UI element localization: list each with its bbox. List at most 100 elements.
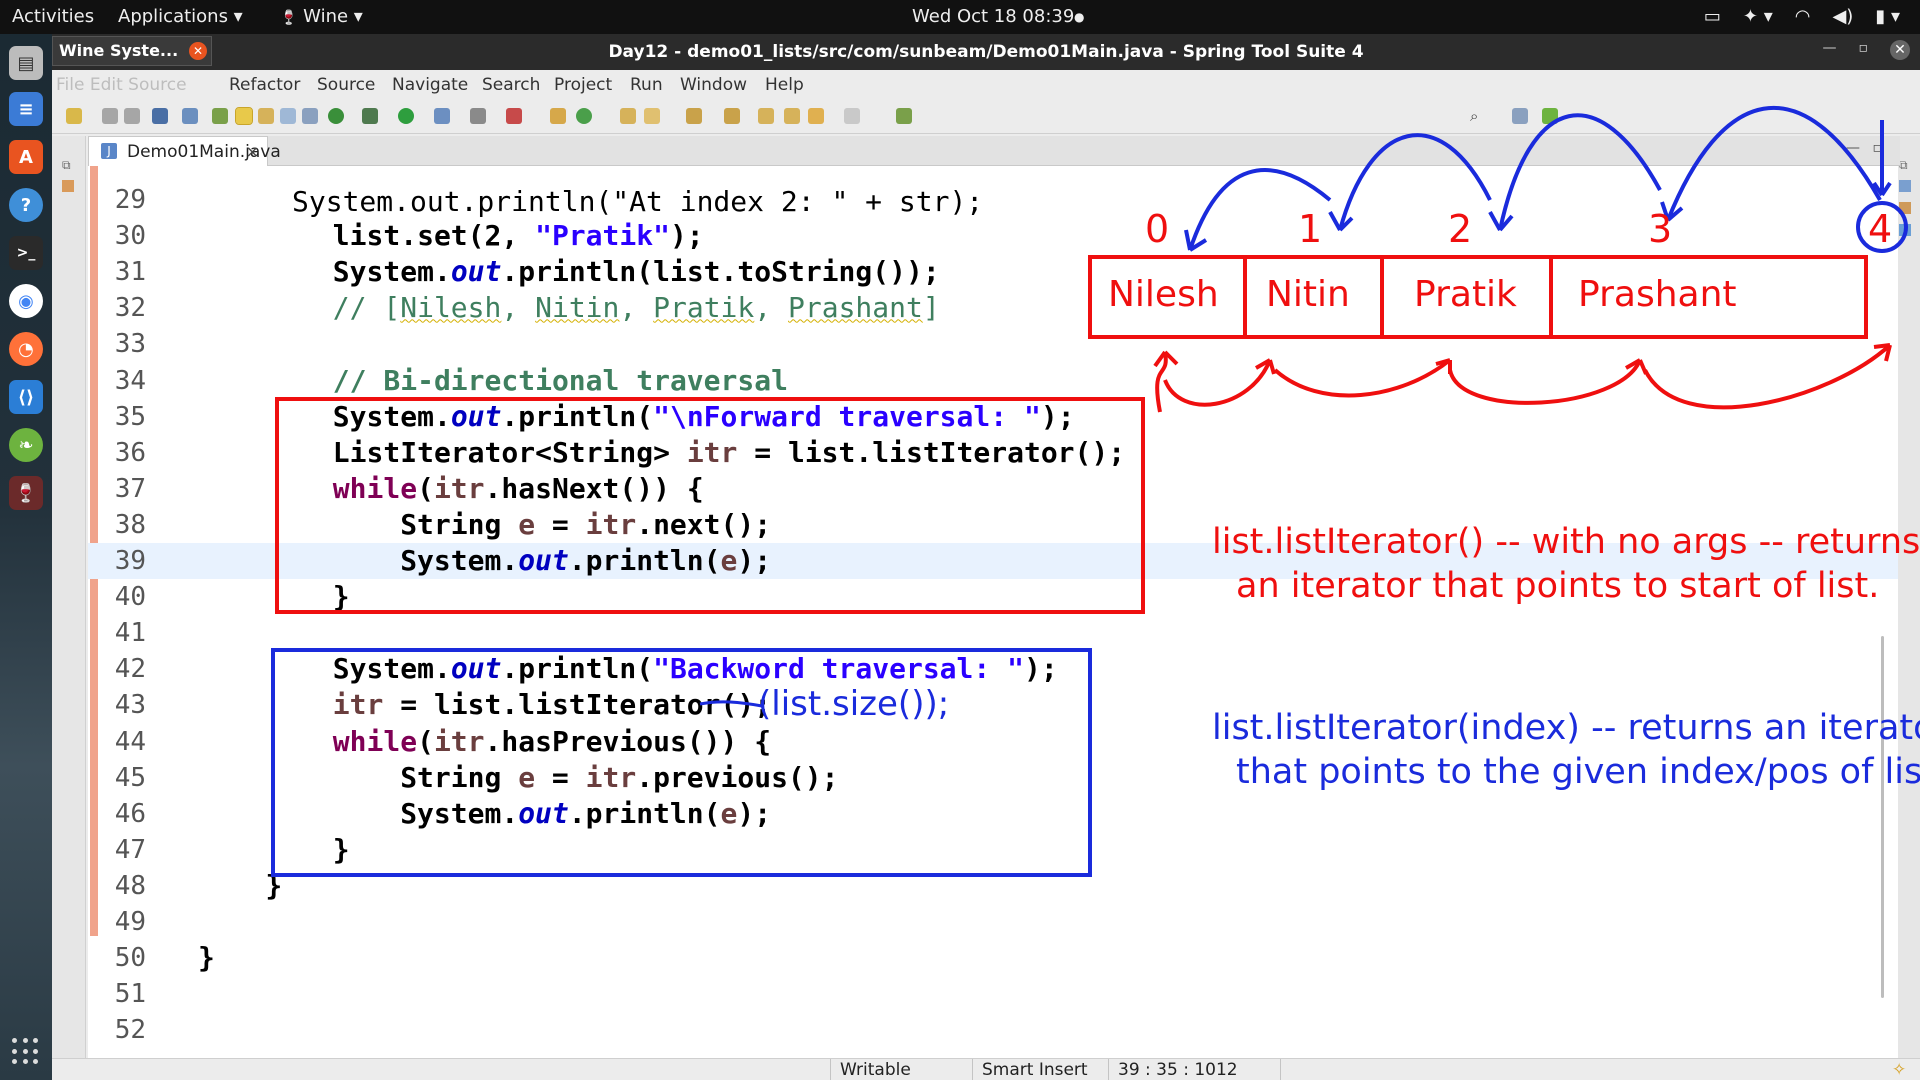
terminal-toolbar-icon[interactable] [152, 108, 168, 124]
accessibility-icon[interactable]: ✦ ▾ [1743, 6, 1773, 27]
code-line[interactable]: 52 [88, 1012, 1898, 1048]
next-annotation-icon[interactable] [686, 108, 702, 124]
run-icon[interactable] [398, 108, 414, 124]
code-editor[interactable]: System.out.println("At index 2: " + str)… [88, 166, 1898, 1058]
battery-icon[interactable]: ▮ ▾ [1875, 6, 1900, 27]
files-icon[interactable]: ▤ [9, 46, 43, 80]
code-line[interactable]: 45 String e = itr.previous(); [88, 760, 1898, 796]
minimize-editor-icon[interactable]: — [1846, 140, 1860, 156]
maximize-button[interactable]: ▫ [1859, 40, 1869, 60]
show-applications-button[interactable] [12, 1038, 40, 1066]
tip-lightbulb-icon[interactable]: ✧ [1892, 1060, 1906, 1080]
code-line[interactable]: 30 list.set(2, "Pratik"); [88, 218, 1898, 254]
code-line[interactable]: 49 [88, 904, 1898, 940]
system-tray[interactable]: ▭ ✦ ▾ ◠ ◀) ▮ ▾ [1704, 6, 1900, 27]
code-line[interactable]: 46 System.out.println(e); [88, 796, 1898, 832]
code-line[interactable]: 50} [88, 940, 1898, 976]
menu-search[interactable]: Search [482, 75, 540, 95]
code-line[interactable]: 36 ListIterator<String> itr = list.listIt… [88, 435, 1898, 471]
open-task-icon[interactable] [644, 108, 660, 124]
insert-mode-status[interactable]: Smart Insert [982, 1060, 1088, 1080]
search-icon[interactable]: ⌕ [1470, 108, 1486, 124]
new-class-icon[interactable] [576, 108, 592, 124]
menu-navigate[interactable]: Navigate [392, 75, 468, 95]
javadoc-view-icon[interactable] [1899, 224, 1911, 236]
highlight-icon[interactable] [235, 107, 253, 125]
show-whitespace-icon[interactable] [302, 108, 318, 124]
code-line[interactable]: 32 // [Nilesh, Nitin, Pratik, Prashant] [88, 290, 1898, 326]
window-titlebar[interactable]: Day12 - demo01_lists/src/com/sunbeam/Dem… [52, 34, 1920, 70]
open-type-icon[interactable] [620, 108, 636, 124]
chrome-icon[interactable]: ◉ [9, 284, 43, 318]
display-icon[interactable]: ▭ [1704, 6, 1721, 27]
volume-icon[interactable]: ◀) [1832, 6, 1853, 27]
back-icon[interactable] [808, 108, 824, 124]
code-line[interactable]: 35 System.out.println("\nForward traversa… [88, 399, 1898, 435]
wine-menu[interactable]: 🍷 Wine ▾ [280, 6, 363, 27]
coverage-icon[interactable] [434, 108, 450, 124]
software-store-icon[interactable]: A [9, 140, 43, 174]
menu-hidden-items[interactable]: File Edit Source [56, 75, 187, 95]
code-line[interactable]: 51 [88, 976, 1898, 1012]
cursor-position-status[interactable]: 39 : 35 : 1012 [1118, 1060, 1238, 1080]
menu-help[interactable]: Help [765, 75, 804, 95]
search-toolbar-icon[interactable] [182, 108, 198, 124]
editor-tab-demo01main[interactable]: J Demo01Main.java × [88, 136, 281, 166]
menu-window[interactable]: Window [680, 75, 747, 95]
menu-project[interactable]: Project [554, 75, 612, 95]
external-tools-icon[interactable] [506, 108, 522, 124]
code-line[interactable]: 44 while(itr.hasPrevious()) { [88, 724, 1898, 760]
help-icon[interactable]: ? [9, 188, 43, 222]
menu-source[interactable]: Source [317, 75, 375, 95]
menu-run[interactable]: Run [630, 75, 663, 95]
pin-editor-icon[interactable] [896, 108, 912, 124]
close-tab-icon[interactable]: × [246, 142, 259, 161]
vertical-scrollbar[interactable] [1881, 636, 1884, 998]
firefox-icon[interactable]: ◔ [9, 332, 43, 366]
code-line[interactable]: 37 while(itr.hasNext()) { [88, 471, 1898, 507]
outline-view-icon[interactable] [1899, 180, 1911, 192]
code-line[interactable]: 38 String e = itr.next(); [88, 507, 1898, 543]
applications-menu[interactable]: Applications ▾ [118, 6, 243, 27]
terminal-icon[interactable]: >_ [9, 236, 43, 270]
code-line[interactable]: 29 [88, 182, 1898, 218]
wine-system-tray-window[interactable]: Wine Syste... ✕ [52, 36, 212, 66]
previous-annotation-icon[interactable] [724, 108, 740, 124]
block-selection-icon[interactable] [258, 108, 274, 124]
save-icon[interactable] [102, 108, 118, 124]
spring-perspective-icon[interactable] [1542, 108, 1558, 124]
save-all-icon[interactable] [124, 108, 140, 124]
close-window-button[interactable]: ✕ [1890, 40, 1910, 60]
spring-icon[interactable]: ❧ [9, 428, 43, 462]
code-line[interactable]: 33 [88, 326, 1898, 362]
debug-icon[interactable] [362, 108, 378, 124]
last-edit-icon[interactable] [758, 108, 774, 124]
problems-view-icon[interactable] [1899, 202, 1911, 214]
minimize-button[interactable]: — [1823, 40, 1837, 60]
code-line[interactable]: 41 [88, 615, 1898, 651]
wine-icon[interactable]: 🍷 [9, 476, 43, 510]
maximize-editor-icon[interactable]: ▫ [1873, 140, 1883, 156]
code-line[interactable]: 42 System.out.println("Backword traversal… [88, 651, 1898, 687]
text-editor-icon[interactable]: ≡ [9, 92, 43, 126]
open-perspective-icon[interactable] [1512, 108, 1528, 124]
menu-refactor[interactable]: Refactor [229, 75, 300, 95]
right-restore-icon[interactable]: ⧉ [1899, 158, 1908, 173]
activities-button[interactable]: Activities [12, 6, 94, 27]
restore-icon[interactable]: ⧉ [62, 158, 71, 173]
code-area[interactable]: System.out.println("At index 2: " + str)… [88, 166, 1898, 1058]
code-line[interactable]: 31 System.out.println(list.toString()); [88, 254, 1898, 290]
mark-occurrences-icon[interactable] [212, 108, 228, 124]
code-line[interactable]: 40} [88, 579, 1898, 615]
code-line[interactable]: 39 System.out.println(e); [88, 543, 1898, 579]
code-line[interactable]: 43 itr = list.listIterator(); [88, 687, 1898, 723]
vscode-icon[interactable]: ⟨⟩ [9, 380, 43, 414]
forward-history-icon[interactable] [784, 108, 800, 124]
package-explorer-icon[interactable] [62, 180, 74, 192]
code-line[interactable]: 34 // Bi-directional traversal [88, 363, 1898, 399]
wine-tray-close-icon[interactable]: ✕ [189, 42, 207, 60]
boot-dashboard-icon[interactable] [328, 108, 344, 124]
new-java-project-icon[interactable] [550, 108, 566, 124]
new-icon[interactable] [66, 108, 82, 124]
word-wrap-icon[interactable] [280, 108, 296, 124]
